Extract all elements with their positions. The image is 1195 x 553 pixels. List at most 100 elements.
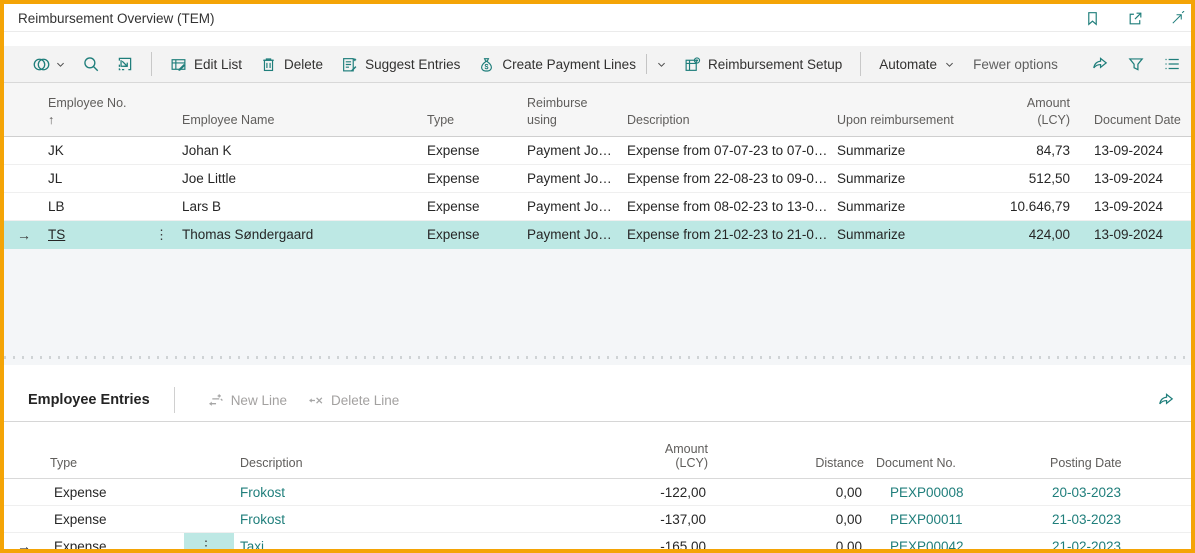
switch-view-button[interactable]: [24, 49, 74, 80]
table-row[interactable]: JL Joe Little Expense Payment Jour... Ex…: [4, 165, 1191, 193]
row-menu-icon[interactable]: ⋮: [155, 227, 174, 243]
header-employee-no[interactable]: Employee No. ↑: [44, 95, 178, 136]
cell-document-date[interactable]: 13-09-2024: [1078, 227, 1188, 242]
cell-document-no-link[interactable]: PEXP00042: [870, 539, 1044, 553]
entry-row[interactable]: Expense Frokost -122,00 0,00 PEXP00008 2…: [4, 479, 1191, 506]
cell-amount-lcy[interactable]: -165,00: [624, 539, 714, 553]
cell-document-no-link[interactable]: PEXP00011: [870, 512, 1044, 527]
cell-distance[interactable]: 0,00: [714, 485, 870, 500]
cell-type[interactable]: Expense: [423, 199, 523, 214]
share-icon[interactable]: [1091, 55, 1109, 73]
header-document-no[interactable]: Document No.: [870, 456, 1044, 478]
cell-description-link[interactable]: Frokost: [234, 485, 624, 500]
cell-employee-no[interactable]: LB: [44, 199, 178, 214]
entry-row-current[interactable]: → Expense ⋮ Taxi -165,00 0,00 PEXP00042 …: [4, 533, 1191, 553]
cell-employee-name[interactable]: Johan K: [178, 143, 423, 158]
automate-button[interactable]: Automate: [870, 51, 964, 78]
edit-list-button[interactable]: Edit List: [161, 50, 251, 79]
row-menu-icon[interactable]: ⋮: [184, 533, 234, 553]
cell-amount-lcy[interactable]: -137,00: [624, 512, 714, 527]
cell-upon-reimbursement[interactable]: Summarize: [833, 171, 993, 186]
delete-line-button[interactable]: Delete Line: [297, 386, 409, 415]
new-line-icon: [207, 392, 224, 409]
share-icon[interactable]: [1157, 391, 1175, 409]
cell-upon-reimbursement[interactable]: Summarize: [833, 143, 993, 158]
cell-employee-name[interactable]: Lars B: [178, 199, 423, 214]
cell-amount-lcy[interactable]: 424,00: [993, 227, 1078, 242]
cell-type[interactable]: Expense: [423, 143, 523, 158]
suggest-entries-button[interactable]: Suggest Entries: [332, 50, 469, 79]
cell-reimburse-using[interactable]: Payment Jour...: [523, 227, 623, 242]
filter-icon[interactable]: [1127, 55, 1145, 73]
header-amount-lcy[interactable]: Amount (LCY): [993, 95, 1078, 136]
cell-amount-lcy[interactable]: 10.646,79: [993, 199, 1078, 214]
cell-reimburse-using[interactable]: Payment Jour...: [523, 143, 623, 158]
cell-employee-no[interactable]: TS ⋮: [44, 227, 178, 243]
header-type[interactable]: Type: [44, 456, 184, 478]
toolbar-divider: [151, 52, 152, 76]
cell-employee-no[interactable]: JL: [44, 171, 178, 186]
cell-document-date[interactable]: 13-09-2024: [1078, 199, 1188, 214]
cell-employee-no[interactable]: JK: [44, 143, 178, 158]
table-row[interactable]: LB Lars B Expense Payment Jour... Expens…: [4, 193, 1191, 221]
cell-document-no-link[interactable]: PEXP00008: [870, 485, 1044, 500]
cell-reimburse-using[interactable]: Payment Jour...: [523, 171, 623, 186]
empty-grid-area: [4, 249, 1191, 365]
employee-table-header: Employee No. ↑ Employee Name Type Reimbu…: [4, 83, 1191, 137]
cell-type[interactable]: Expense: [44, 485, 184, 500]
cell-upon-reimbursement[interactable]: Summarize: [833, 199, 993, 214]
cell-description[interactable]: Expense from 07-07-23 to 07-07-23: [623, 143, 833, 158]
cell-reimburse-using[interactable]: Payment Jour...: [523, 199, 623, 214]
cell-employee-name[interactable]: Joe Little: [178, 171, 423, 186]
employee-no-link[interactable]: TS: [48, 227, 65, 242]
open-in-new-window-icon[interactable]: [1127, 10, 1144, 27]
cell-description[interactable]: Expense from 21-02-23 to 21-03-23: [623, 227, 833, 242]
cell-distance[interactable]: 0,00: [714, 512, 870, 527]
collapse-pane-icon[interactable]: [1170, 11, 1185, 26]
cell-description[interactable]: Expense from 08-02-23 to 13-09-24: [623, 199, 833, 214]
cell-upon-reimbursement[interactable]: Summarize: [833, 227, 993, 242]
header-document-date[interactable]: Document Date: [1078, 112, 1188, 136]
cell-amount-lcy[interactable]: -122,00: [624, 485, 714, 500]
cell-document-date[interactable]: 13-09-2024: [1078, 143, 1188, 158]
cell-amount-lcy[interactable]: 84,73: [993, 143, 1078, 158]
header-distance[interactable]: Distance: [714, 456, 870, 478]
cell-type[interactable]: Expense: [423, 227, 523, 242]
table-row-selected[interactable]: → TS ⋮ Thomas Søndergaard Expense Paymen…: [4, 221, 1191, 249]
table-row[interactable]: JK Johan K Expense Payment Jour... Expen…: [4, 137, 1191, 165]
cell-document-date[interactable]: 13-09-2024: [1078, 171, 1188, 186]
create-payment-lines-button[interactable]: Create Payment Lines: [469, 50, 645, 79]
cell-distance[interactable]: 0,00: [714, 539, 870, 553]
cell-type[interactable]: Expense: [423, 171, 523, 186]
analysis-mode-button[interactable]: [108, 49, 142, 79]
new-line-button[interactable]: New Line: [197, 386, 297, 415]
cell-amount-lcy[interactable]: 512,50: [993, 171, 1078, 186]
header-upon-reimbursement[interactable]: Upon reimbursement: [833, 112, 993, 136]
cell-description-link[interactable]: Taxi: [234, 539, 624, 553]
bookmark-icon[interactable]: [1084, 10, 1101, 27]
sort-ascending-icon: ↑: [48, 113, 54, 127]
cell-description[interactable]: Expense from 22-08-23 to 09-08-24: [623, 171, 833, 186]
cell-type[interactable]: Expense: [44, 512, 184, 527]
create-payment-lines-dropdown[interactable]: [648, 53, 675, 76]
delete-button[interactable]: Delete: [251, 50, 332, 79]
search-button[interactable]: [74, 49, 108, 79]
header-type[interactable]: Type: [423, 112, 523, 136]
cell-description-link[interactable]: Frokost: [234, 512, 624, 527]
reimbursement-setup-button[interactable]: Reimbursement Setup: [675, 50, 851, 79]
fewer-options-button[interactable]: Fewer options: [964, 51, 1067, 78]
cell-employee-name[interactable]: Thomas Søndergaard: [178, 227, 423, 242]
list-options-icon[interactable]: [1163, 55, 1181, 73]
header-description[interactable]: Description: [623, 112, 833, 136]
views-icon: [32, 55, 51, 74]
header-reimburse-using[interactable]: Reimburse using: [523, 95, 623, 136]
cell-posting-date-link[interactable]: 20-03-2023: [1044, 485, 1188, 500]
cell-type[interactable]: Expense: [44, 539, 184, 553]
header-posting-date[interactable]: Posting Date: [1044, 456, 1188, 478]
entry-row[interactable]: Expense Frokost -137,00 0,00 PEXP00011 2…: [4, 506, 1191, 533]
header-employee-name[interactable]: Employee Name: [178, 112, 423, 136]
cell-posting-date-link[interactable]: 21-03-2023: [1044, 512, 1188, 527]
cell-posting-date-link[interactable]: 21-02-2023: [1044, 539, 1188, 553]
header-description[interactable]: Description: [234, 456, 624, 478]
header-amount-lcy[interactable]: Amount (LCY): [624, 442, 714, 478]
